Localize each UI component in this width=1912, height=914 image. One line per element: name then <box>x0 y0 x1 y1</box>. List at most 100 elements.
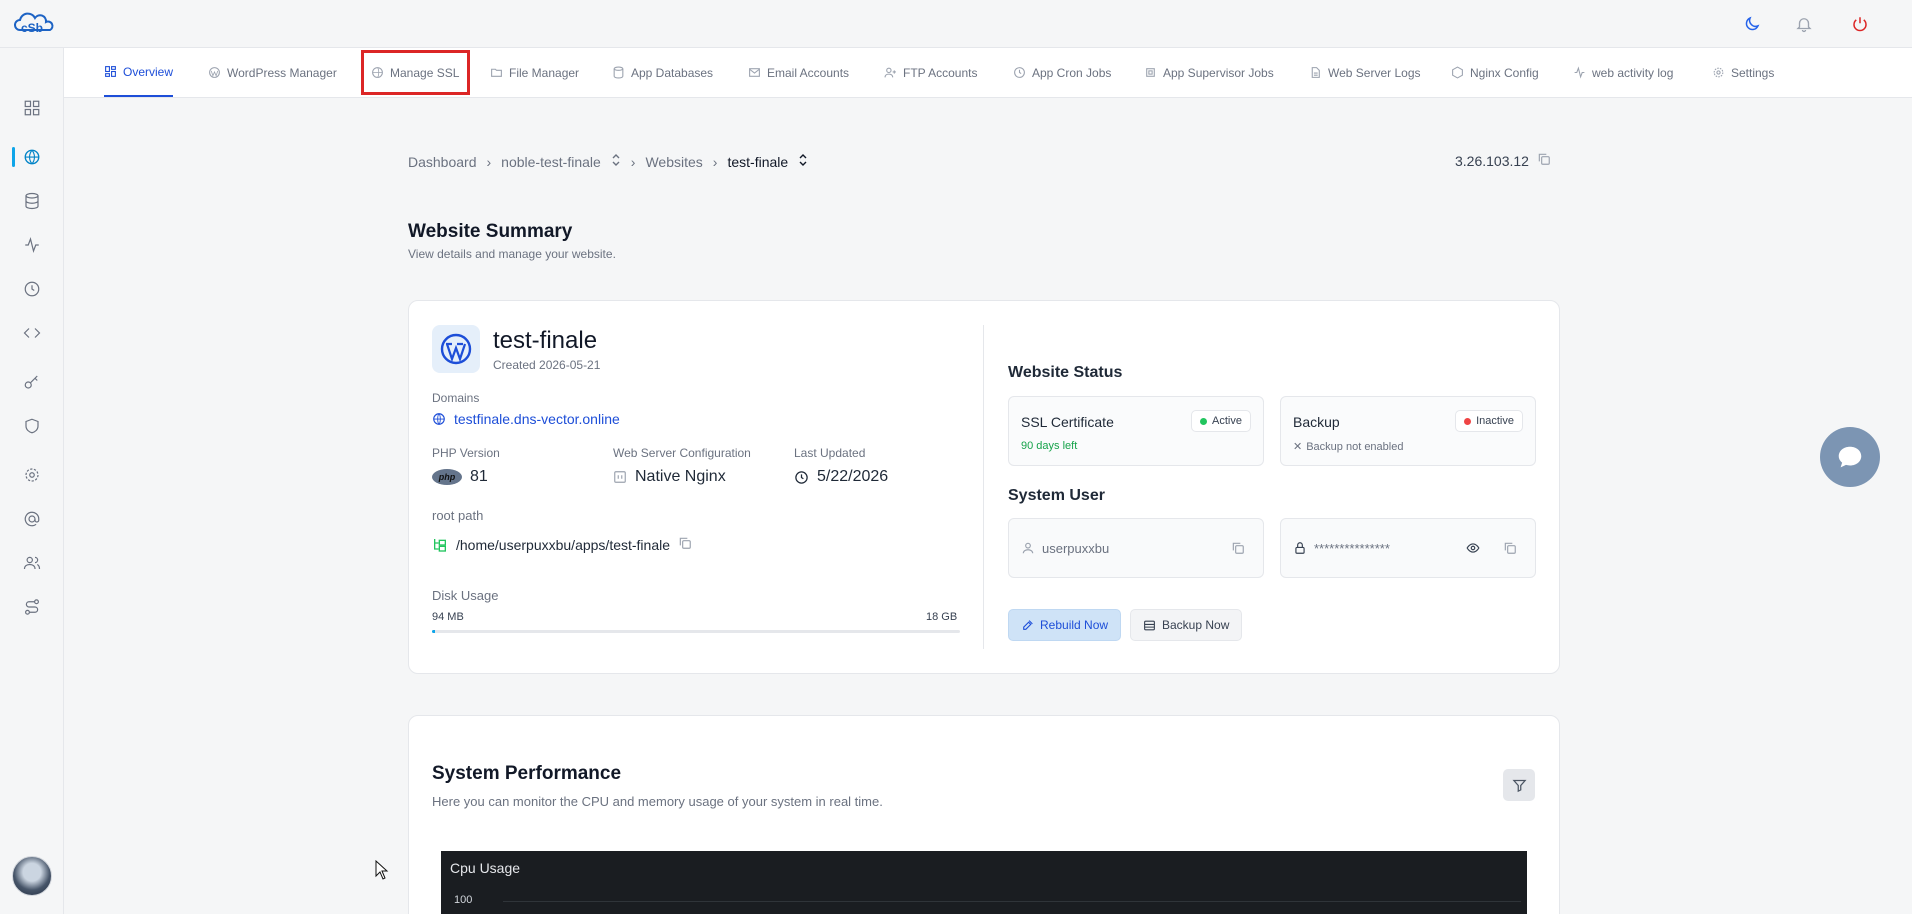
mail-icon <box>749 68 760 77</box>
top-bar: cSb <box>0 0 1912 48</box>
ssl-sub: 90 days left <box>1021 440 1078 452</box>
updated-label: Last Updated <box>794 446 866 460</box>
activity-icon <box>1574 66 1585 79</box>
at-icon <box>24 511 40 527</box>
disk-used: 94 MB <box>432 611 464 623</box>
hexagon-icon <box>1452 66 1463 79</box>
rebuild-label: Rebuild Now <box>1040 618 1109 632</box>
power-icon[interactable] <box>1848 12 1872 36</box>
tab-manage-ssl[interactable]: Manage SSL <box>371 48 459 97</box>
breadcrumb-dashboard[interactable]: Dashboard <box>408 154 477 170</box>
chevron-right-icon: › <box>486 153 492 170</box>
tab-label: Settings <box>1731 65 1775 80</box>
key-icon <box>24 375 38 389</box>
breadcrumb-server[interactable]: noble-test-finale <box>501 154 601 170</box>
sidebar-item-dashboard[interactable] <box>0 90 64 126</box>
tab-label: WordPress Manager <box>227 65 337 80</box>
copy-icon[interactable] <box>678 536 692 553</box>
sidebar-item-cron[interactable] <box>0 271 64 307</box>
sidebar-item-settings[interactable] <box>0 457 64 493</box>
site-name: test-finale <box>493 327 598 354</box>
disk-usage-bar <box>432 630 960 633</box>
card-divider <box>983 325 984 649</box>
wordpress-logo-icon <box>432 325 480 373</box>
user-plus-icon <box>884 67 896 78</box>
server-ip: 3.26.103.12 <box>1455 152 1551 169</box>
tab-settings[interactable]: Settings <box>1712 48 1774 97</box>
chart-gridline <box>503 901 1521 902</box>
tab-web-server-logs[interactable]: Web Server Logs <box>1309 48 1421 97</box>
sidebar-item-monitoring[interactable] <box>0 227 64 263</box>
backup-now-button[interactable]: Backup Now <box>1130 609 1243 641</box>
tab-label: Web Server Logs <box>1328 65 1421 80</box>
sidebar-item-routes[interactable] <box>0 589 64 625</box>
mouse-cursor-icon <box>375 859 389 880</box>
domains-label: Domains <box>432 391 480 405</box>
website-summary-card <box>408 300 1560 674</box>
ssl-status-box: SSL Certificate Active 90 days left <box>1008 396 1264 466</box>
chevron-right-icon: › <box>712 153 718 170</box>
gear-icon <box>1713 67 1724 78</box>
sidebar-item-keys[interactable] <box>0 364 64 400</box>
tab-label: File Manager <box>509 65 580 80</box>
chevron-right-icon: › <box>630 153 636 170</box>
password-box: *************** <box>1280 518 1536 578</box>
tab-label: App Cron Jobs <box>1032 65 1112 80</box>
app-logo[interactable]: cSb <box>14 12 58 36</box>
copy-icon[interactable] <box>1537 152 1551 169</box>
bell-icon[interactable] <box>1792 12 1816 36</box>
cpu-usage-chart: Cpu Usage 100 <box>441 851 1527 914</box>
page-title: Website Summary <box>408 221 573 242</box>
server-icon <box>614 471 626 483</box>
ssl-state: Active <box>1212 415 1242 427</box>
tab-label: Email Accounts <box>767 65 850 80</box>
copy-icon[interactable] <box>1503 541 1517 560</box>
filter-button[interactable] <box>1503 769 1535 801</box>
tab-label: Manage SSL <box>390 65 460 80</box>
sidebar-item-websites[interactable] <box>0 139 64 175</box>
tab-app-supervisor-jobs[interactable]: App Supervisor Jobs <box>1144 48 1274 97</box>
moon-icon[interactable] <box>1740 12 1764 36</box>
copy-icon[interactable] <box>1231 541 1245 560</box>
system-user-title: System User <box>1008 487 1105 504</box>
php-version: 81 <box>470 468 488 485</box>
avatar[interactable] <box>12 856 52 896</box>
clock-icon <box>1014 67 1025 78</box>
created-date: Created 2026-05-21 <box>493 358 601 372</box>
rebuild-now-button[interactable]: Rebuild Now <box>1008 609 1122 641</box>
close-icon: ✕ <box>1293 441 1303 453</box>
tab-email-accounts[interactable]: Email Accounts <box>748 48 849 97</box>
tab-nginx-config[interactable]: Nginx Config <box>1451 48 1539 97</box>
gear-icon <box>25 468 39 482</box>
tab-wordpress-manager[interactable]: WordPress Manager <box>208 48 337 97</box>
webserver-label: Web Server Configuration <box>613 446 751 460</box>
tab-label: Overview <box>123 64 174 79</box>
eye-icon[interactable] <box>1465 541 1481 560</box>
activity-icon <box>25 236 39 254</box>
sidebar-item-users[interactable] <box>0 545 64 581</box>
tab-app-databases[interactable]: App Databases <box>612 48 713 97</box>
user-icon <box>1022 542 1034 554</box>
backup-name: Backup <box>1293 414 1340 430</box>
domain-link[interactable]: testfinale.dns-vector.online <box>432 411 620 427</box>
breadcrumb-current[interactable]: test-finale <box>727 154 788 170</box>
chevron-updown-icon[interactable] <box>611 153 621 170</box>
php-value: php 81 <box>432 468 488 486</box>
breadcrumb-websites[interactable]: Websites <box>645 154 702 170</box>
sidebar-item-security[interactable] <box>0 408 64 444</box>
tab-file-manager[interactable]: File Manager <box>490 48 579 97</box>
sidebar-item-email[interactable] <box>0 501 64 537</box>
chart-title: Cpu Usage <box>450 860 521 876</box>
chevron-updown-icon[interactable] <box>798 153 808 170</box>
tab-label: App Databases <box>631 65 714 80</box>
sidebar-item-databases[interactable] <box>0 183 64 219</box>
tab-web-activity-log[interactable]: web activity log <box>1573 48 1673 97</box>
globe-lock-icon <box>372 67 383 78</box>
sidebar-item-code[interactable] <box>0 315 64 351</box>
server-ip-value: 3.26.103.12 <box>1455 152 1529 169</box>
tab-ftp-accounts[interactable]: FTP Accounts <box>884 48 977 97</box>
tab-overview[interactable]: Overview <box>104 48 174 97</box>
tab-app-cron-jobs[interactable]: App Cron Jobs <box>1013 48 1111 97</box>
chat-button[interactable] <box>1820 427 1880 487</box>
tab-label: Nginx Config <box>1470 65 1539 80</box>
